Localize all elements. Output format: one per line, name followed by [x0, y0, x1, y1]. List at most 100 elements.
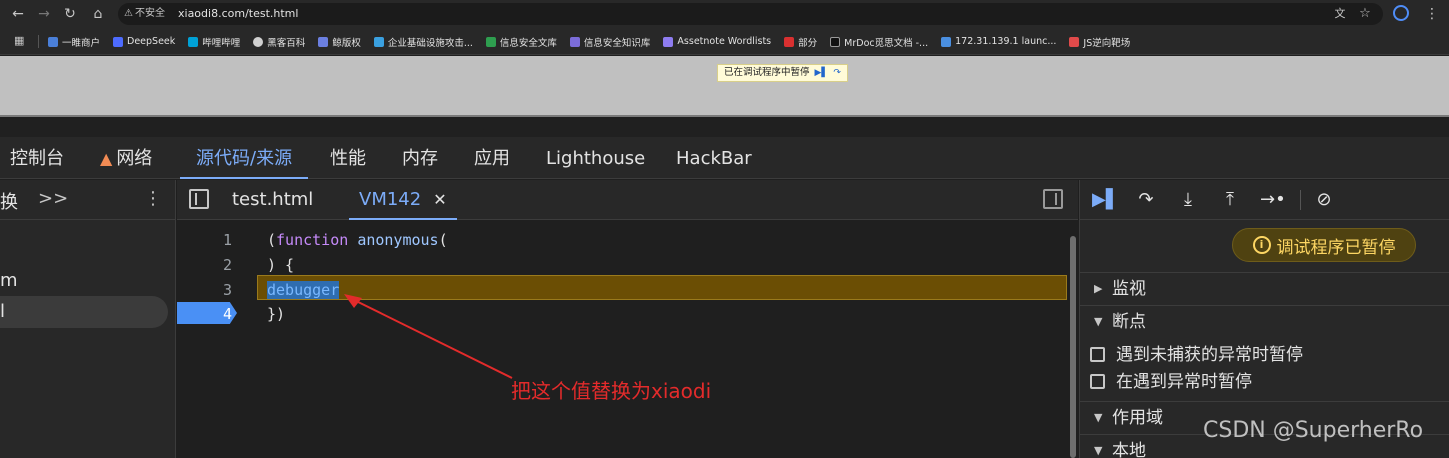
bookmark-item[interactable]: 鲸版权 [318, 35, 361, 49]
toggle-navigator-icon[interactable] [189, 189, 209, 209]
line-number[interactable]: 1 [177, 230, 232, 250]
resume-icon[interactable]: ▶▌ [1092, 188, 1120, 212]
checkbox[interactable] [1090, 374, 1105, 389]
navigator-item-label: l [0, 301, 6, 322]
devtools-tabbar: 控制台 ▲ 网络 源代码/来源 性能 内存 应用 Lighthouse HackB… [0, 137, 1449, 179]
editor-scrollbar-thumb[interactable] [1070, 236, 1076, 458]
selected-text[interactable]: debugger [267, 281, 340, 299]
bookmark-favicon-icon [1069, 36, 1080, 47]
overlay-step-over-icon[interactable]: ↷ [833, 65, 841, 81]
bookmark-favicon-icon [318, 36, 329, 47]
code-line[interactable]: }) [267, 304, 285, 324]
bookmark-star-icon[interactable]: ☆ [1356, 5, 1374, 23]
code-line[interactable]: (function anonymous( [267, 230, 448, 250]
tab-lighthouse[interactable]: Lighthouse [546, 137, 645, 179]
info-icon: i [1252, 236, 1271, 254]
editor-tab-vm142[interactable]: VM142 ✕ [349, 180, 457, 220]
section-watch[interactable]: ▶ 监视 [1080, 272, 1449, 304]
code-line[interactable]: ) { [267, 255, 294, 275]
bookmark-item[interactable]: 172.31.139.1 launc... [941, 36, 1056, 47]
step-over-icon[interactable]: ↷ [1134, 188, 1158, 212]
tab-hackbar[interactable]: HackBar [676, 137, 752, 179]
line-number[interactable]: 2 [177, 255, 232, 275]
step-out-icon[interactable]: ⤒ [1218, 188, 1242, 212]
security-chip[interactable]: ⚠ 不安全 [124, 6, 165, 22]
section-breakpoints[interactable]: ▼ 断点 [1080, 305, 1449, 337]
bookmarks-separator [38, 35, 39, 48]
bookmark-favicon-icon [663, 36, 674, 47]
tab-application[interactable]: 应用 [474, 137, 510, 179]
tab-network[interactable]: ▲ 网络 [100, 137, 152, 179]
collapse-triangle-icon: ▼ [1094, 444, 1103, 457]
bookmark-favicon-icon [784, 36, 795, 47]
browser-menu-icon[interactable]: ⋮ [1425, 4, 1439, 24]
navigator-header: 换 >> ⋮ [0, 180, 176, 220]
editor-tabbar: test.html VM142 ✕ [177, 180, 1078, 220]
line-number[interactable]: 3 [177, 280, 232, 300]
page-viewport: 已在调试程序中暂停 ▶▌ ↷ [0, 56, 1449, 117]
bookmark-item[interactable]: 哔哩哔哩 [188, 35, 240, 49]
url-text[interactable]: xiaodi8.com/test.html [178, 6, 298, 22]
bookmark-item[interactable]: 部分 [784, 35, 817, 49]
watermark: CSDN @SuperherRo [1203, 418, 1424, 443]
tab-memory[interactable]: 内存 [402, 137, 438, 179]
bookmark-item[interactable]: 一睢商户 [48, 35, 100, 49]
browser-toolbar: ← → ↻ ⌂ ⚠ 不安全 xiaodi8.com/test.html 文 ☆ ⋮ [0, 0, 1449, 28]
deactivate-breakpoints-icon[interactable]: ⊘ [1312, 188, 1336, 212]
close-icon[interactable]: ✕ [433, 190, 446, 209]
collapse-triangle-icon: ▼ [1094, 315, 1103, 328]
bookmark-item[interactable]: 信息安全知识库 [569, 35, 650, 49]
bookmark-favicon-icon [188, 36, 199, 47]
overlay-resume-icon[interactable]: ▶▌ [815, 65, 829, 81]
bookmark-item[interactable]: Assetnote Wordlists [663, 36, 771, 47]
code-area[interactable]: 1 2 3 4 (function anonymous( ) { debugge… [177, 225, 1067, 458]
annotation-arrow [344, 294, 513, 379]
warning-icon: ⚠ [124, 8, 133, 19]
navigator-menu-icon[interactable]: ⋮ [144, 188, 162, 209]
navigator-item[interactable]: m [0, 270, 18, 291]
step-icon[interactable]: →• [1260, 188, 1286, 212]
tab-console[interactable]: 控制台 [10, 137, 64, 179]
reload-icon[interactable]: ↻ [60, 4, 80, 24]
bookmark-item[interactable]: 黑客百科 [253, 35, 305, 49]
tab-sources[interactable]: 源代码/来源 [180, 137, 309, 179]
apps-grid-icon[interactable]: ▦ [14, 35, 26, 47]
bookmark-favicon-icon [569, 36, 580, 47]
toolbar-separator [1300, 190, 1301, 210]
warning-triangle-icon: ▲ [100, 149, 113, 168]
pause-uncaught-exceptions-option[interactable]: 遇到未捕获的异常时暂停 [1080, 342, 1449, 368]
bookmark-favicon-icon [113, 36, 124, 47]
bookmark-item[interactable]: 企业基础设施攻击... [373, 35, 473, 49]
code-line[interactable]: debugger [267, 280, 340, 300]
more-tabs-chevron-icon[interactable]: >> [38, 188, 68, 209]
paused-badge-text: 调试程序已暂停 [1276, 237, 1396, 258]
security-label: 不安全 [134, 8, 165, 19]
step-into-icon[interactable]: ⤓ [1176, 188, 1200, 212]
extension-icon[interactable] [1393, 5, 1409, 21]
annotation-text: 把这个值替换为xiaodi [511, 379, 712, 403]
forward-arrow-icon[interactable]: → [34, 4, 54, 24]
bookmark-favicon-icon [373, 36, 384, 47]
bookmark-favicon-icon [48, 36, 58, 47]
pause-caught-exceptions-option[interactable]: 在遇到异常时暂停 [1080, 369, 1449, 395]
code-editor: test.html VM142 ✕ 1 2 3 4 (function anony… [177, 180, 1078, 458]
tab-performance[interactable]: 性能 [330, 137, 366, 179]
devtools-divider[interactable] [0, 119, 1449, 137]
bookmark-item[interactable]: 信息安全文库 [485, 35, 557, 49]
address-bar[interactable]: ⚠ 不安全 xiaodi8.com/test.html 文 ☆ [118, 3, 1383, 25]
line-number[interactable]: 4 [177, 304, 232, 324]
bookmark-favicon-icon [830, 36, 841, 47]
bookmark-item[interactable]: JS逆向靶场 [1069, 35, 1130, 49]
collapse-triangle-icon: ▼ [1094, 411, 1103, 424]
toggle-debugger-icon[interactable] [1043, 189, 1063, 209]
bookmark-item[interactable]: MrDoc觅思文档 -... [830, 35, 928, 49]
home-icon[interactable]: ⌂ [88, 4, 108, 24]
translate-icon[interactable]: 文 [1331, 5, 1349, 23]
bookmark-item[interactable]: DeepSeek [113, 36, 175, 47]
code-line-1-text: (function anonymous( [267, 231, 448, 249]
checkbox[interactable] [1090, 347, 1105, 362]
navigator-item-selected[interactable]: l [0, 296, 168, 328]
editor-tab-test-html[interactable]: test.html [232, 180, 313, 220]
back-arrow-icon[interactable]: ← [8, 4, 28, 24]
navigator-tab[interactable]: 换 [0, 188, 18, 214]
